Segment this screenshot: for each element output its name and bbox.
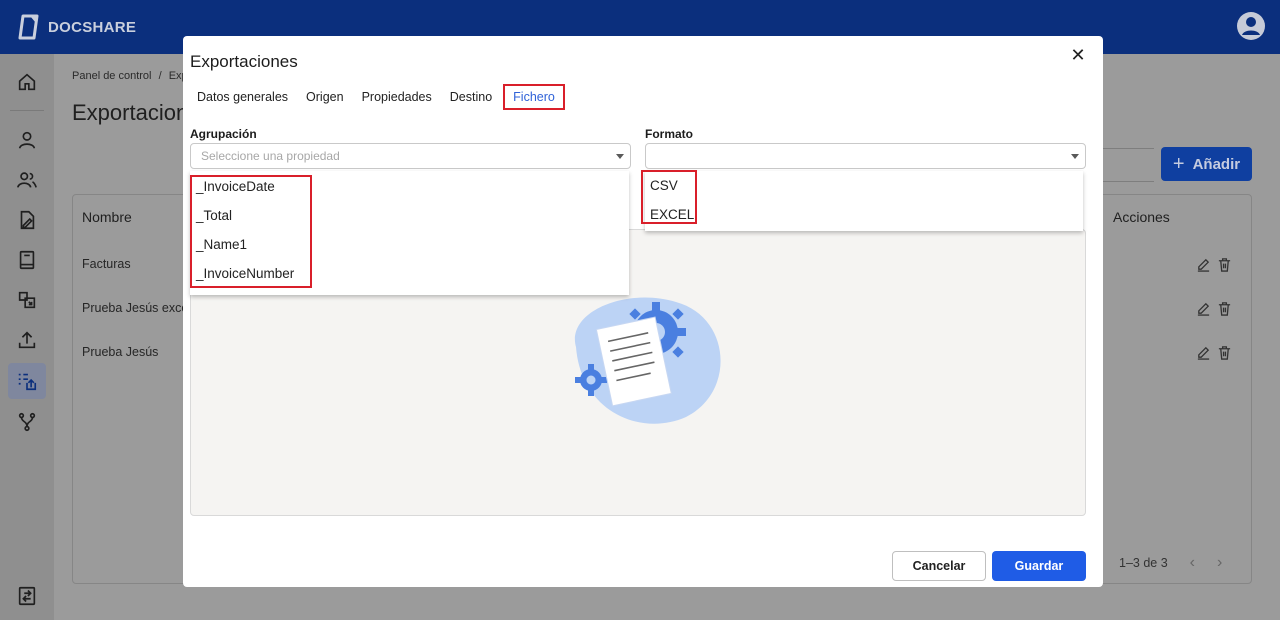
chevron-left-icon[interactable]: ‹ [1190, 554, 1195, 572]
table-row-name[interactable]: Facturas [82, 257, 131, 271]
tab-fichero[interactable]: Fichero [503, 84, 565, 110]
edit-icon[interactable] [1196, 257, 1211, 272]
home-icon[interactable] [15, 70, 39, 94]
breadcrumb-separator: / [158, 70, 162, 82]
edit-icon[interactable] [1196, 301, 1211, 316]
sidebar [0, 54, 54, 620]
grouping-options-list: _InvoiceDate _Total _Name1 _InvoiceNumbe… [190, 171, 629, 295]
document-edit-icon[interactable] [15, 208, 39, 232]
format-select[interactable] [645, 143, 1086, 169]
table-row-name[interactable]: Prueba Jesús [82, 345, 158, 359]
tab-datos-generales[interactable]: Datos generales [188, 84, 297, 110]
trash-icon[interactable] [1217, 257, 1232, 272]
docshare-logo-icon [18, 14, 39, 40]
breadcrumb-home[interactable]: Panel de control [72, 70, 152, 82]
grouping-option[interactable]: _InvoiceNumber [190, 259, 629, 288]
grouping-option[interactable]: _Total [190, 201, 629, 230]
tab-origen[interactable]: Origen [297, 84, 353, 110]
add-button[interactable]: + Añadir [1161, 147, 1252, 181]
grouping-placeholder: Seleccione una propiedad [201, 149, 340, 163]
export-list-icon[interactable] [8, 363, 46, 399]
close-icon[interactable]: ✕ [1070, 46, 1086, 64]
documents-transfer-icon[interactable] [15, 288, 39, 312]
dialog-title: Exportaciones [190, 52, 298, 71]
format-label: Formato [645, 127, 693, 141]
chevron-down-icon [616, 154, 624, 159]
trash-icon[interactable] [1217, 301, 1232, 316]
table-row-name[interactable]: Prueba Jesús exce [82, 301, 188, 315]
chevron-right-icon[interactable]: › [1217, 554, 1222, 572]
grouping-option[interactable]: _Name1 [190, 230, 629, 259]
breadcrumb: Panel de control / Exp [72, 70, 188, 82]
grouping-option[interactable]: _InvoiceDate [190, 172, 629, 201]
plus-icon: + [1172, 153, 1185, 175]
tab-destino[interactable]: Destino [441, 84, 501, 110]
user-account-icon[interactable] [1236, 11, 1266, 41]
format-options-list: CSV EXCEL [645, 171, 1083, 231]
dialog-tabs: Datos generales Origen Propiedades Desti… [188, 84, 565, 110]
upload-icon[interactable] [15, 328, 39, 352]
users-icon[interactable] [15, 168, 39, 192]
app-brand-name: DOCSHARE [48, 18, 137, 36]
add-button-label: Añadir [1192, 155, 1241, 173]
format-option-csv[interactable]: CSV [645, 171, 1083, 200]
cancel-button[interactable]: Cancelar [892, 551, 986, 581]
user-icon[interactable] [15, 128, 39, 152]
tab-propiedades[interactable]: Propiedades [353, 84, 441, 110]
column-header-actions: Acciones [1113, 209, 1170, 225]
row-actions [1196, 257, 1232, 272]
app-logo[interactable]: DOCSHARE [18, 14, 136, 40]
edit-icon[interactable] [1196, 345, 1211, 360]
logout-icon[interactable] [16, 585, 38, 607]
chevron-down-icon [1071, 154, 1079, 159]
trash-icon[interactable] [1217, 345, 1232, 360]
grouping-select[interactable]: Seleccione una propiedad [190, 143, 631, 169]
workflow-icon[interactable] [15, 410, 39, 434]
pagination: 1–3 de 3 ‹ › [1119, 554, 1222, 572]
grouping-label: Agrupación [190, 127, 257, 141]
book-icon[interactable] [15, 248, 39, 272]
export-dialog: Exportaciones ✕ Datos generales Origen P… [183, 36, 1103, 587]
sidebar-divider [10, 110, 44, 111]
page-title: Exportacion [72, 100, 189, 125]
save-button[interactable]: Guardar [992, 551, 1086, 581]
row-actions [1196, 345, 1232, 360]
pagination-range: 1–3 de 3 [1119, 556, 1168, 570]
column-header-name[interactable]: Nombre [82, 209, 132, 225]
row-actions [1196, 301, 1232, 316]
format-option-excel[interactable]: EXCEL [645, 200, 1083, 229]
document-settings-illustration-icon [574, 297, 721, 424]
